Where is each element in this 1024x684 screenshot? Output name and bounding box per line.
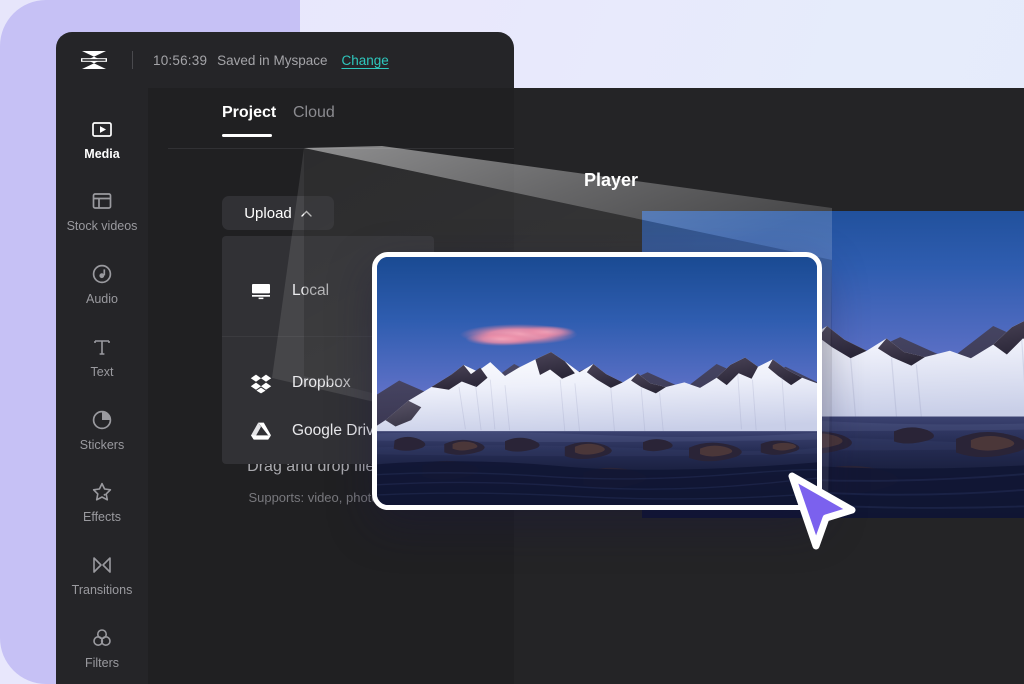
pointer-cursor-icon[interactable] (782, 466, 868, 558)
menu-item-label: Google Drive (292, 422, 382, 440)
text-icon (90, 335, 114, 359)
save-location-label: Saved in Myspace (217, 53, 327, 68)
transitions-icon (90, 553, 114, 577)
stickers-icon (90, 408, 114, 432)
google-drive-icon (250, 420, 272, 442)
sidebar-item-label: Effects (83, 511, 121, 524)
sidebar-item-label: Media (84, 148, 119, 161)
monitor-icon (250, 280, 272, 302)
sidebar-nav: Media Stock videos Audio (56, 88, 148, 684)
sidebar-item-transitions[interactable]: Transitions (56, 539, 148, 612)
floating-media-card[interactable] (372, 252, 822, 510)
header-divider (132, 51, 133, 69)
sidebar-item-stickers[interactable]: Stickers (56, 393, 148, 466)
player-title: Player (584, 170, 638, 191)
tab-active-indicator (222, 134, 272, 137)
upload-button-label: Upload (244, 205, 292, 222)
sidebar-item-audio[interactable]: Audio (56, 248, 148, 321)
menu-item-label: Local (292, 282, 329, 300)
tabs-divider (168, 148, 514, 149)
change-location-link[interactable]: Change (341, 53, 388, 68)
app-logo[interactable] (56, 49, 132, 71)
capcut-logo-icon (79, 49, 109, 71)
upload-button[interactable]: Upload (222, 196, 334, 230)
menu-item-label: Dropbox (292, 374, 351, 392)
sidebar-item-filters[interactable]: Filters (56, 611, 148, 684)
sidebar-item-label: Filters (85, 657, 119, 670)
dropbox-icon (250, 372, 272, 394)
tab-project[interactable]: Project (222, 104, 276, 122)
app-header-bar: 10:56:39 Saved in Myspace Change (56, 32, 514, 88)
sidebar-item-media[interactable]: Media (56, 102, 148, 175)
sidebar-item-label: Text (91, 366, 114, 379)
effects-icon (90, 480, 114, 504)
sidebar-item-text[interactable]: Text (56, 320, 148, 393)
sidebar-item-stock-videos[interactable]: Stock videos (56, 175, 148, 248)
sidebar-item-label: Stock videos (67, 220, 138, 233)
media-tabs: Project Cloud (148, 96, 514, 142)
tab-cloud[interactable]: Cloud (293, 104, 335, 122)
sidebar-item-label: Transitions (72, 584, 133, 597)
sidebar-item-label: Audio (86, 293, 118, 306)
sidebar-item-label: Stickers (80, 439, 124, 452)
filters-icon (90, 626, 114, 650)
stock-videos-icon (90, 189, 114, 213)
audio-icon (90, 262, 114, 286)
save-time: 10:56:39 (153, 53, 207, 68)
media-icon (90, 117, 114, 141)
chevron-up-icon (301, 210, 312, 217)
sidebar-item-effects[interactable]: Effects (56, 466, 148, 539)
